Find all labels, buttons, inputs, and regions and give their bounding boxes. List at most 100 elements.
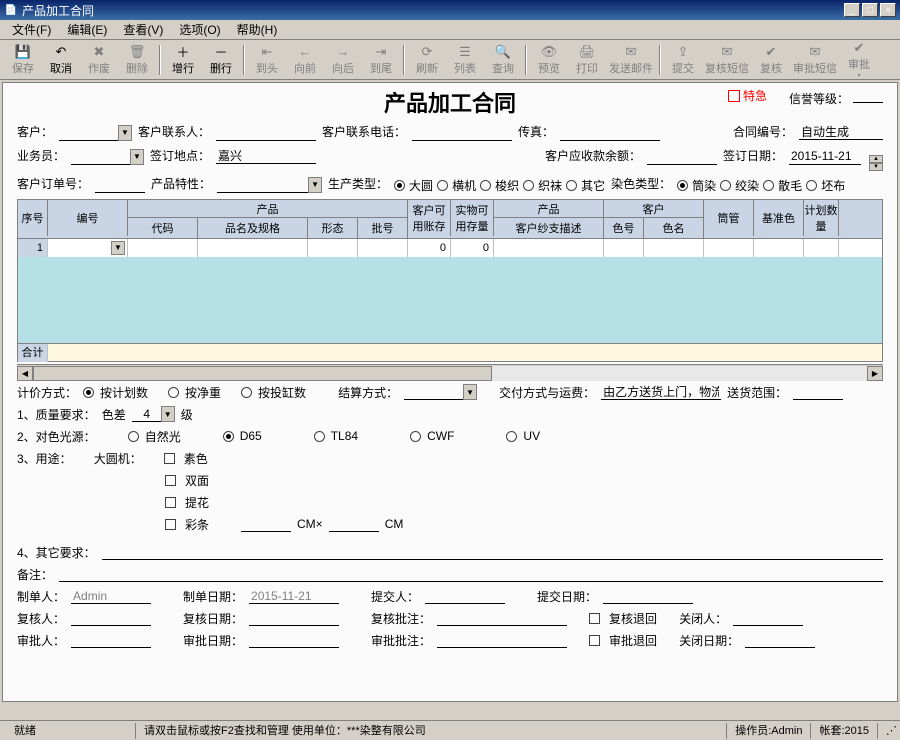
- chevron-down-icon[interactable]: ▼: [161, 406, 175, 422]
- refresh-button[interactable]: ⟳刷新: [408, 42, 446, 78]
- light-opt-2[interactable]: [314, 431, 325, 442]
- cancel-icon: ↶: [53, 44, 69, 60]
- settle-label: 结算方式：: [338, 384, 398, 401]
- dyetype-opt-2[interactable]: [763, 180, 774, 191]
- next-icon: →: [335, 44, 351, 60]
- void-button[interactable]: ✖作废: [80, 42, 118, 78]
- col-plan: 计划数量: [804, 200, 839, 236]
- approvemsg-button[interactable]: ✉审批短信: [790, 42, 840, 78]
- chevron-down-icon[interactable]: ▼: [463, 384, 477, 400]
- phone-input[interactable]: [412, 125, 512, 141]
- first-button[interactable]: ⇤到头: [248, 42, 286, 78]
- review-button[interactable]: ✔复核: [752, 42, 790, 78]
- data-grid[interactable]: 序号 编号 产品 代码 品名及规格 形态 批号 客户可用账存 实物可用存量 产品…: [17, 199, 883, 362]
- light-opt-0[interactable]: [128, 431, 139, 442]
- dyetype-opt-1[interactable]: [720, 180, 731, 191]
- light-opt-1[interactable]: [223, 431, 234, 442]
- date-spinner[interactable]: ▲▼: [869, 155, 883, 171]
- use-opt-1[interactable]: [165, 475, 176, 486]
- prev-button[interactable]: ←向前: [286, 42, 324, 78]
- query-button[interactable]: 🔍查询: [484, 42, 522, 78]
- dyetype-opt-0[interactable]: [677, 180, 688, 191]
- light-opt-4[interactable]: [506, 431, 517, 442]
- minimize-button[interactable]: _: [844, 3, 860, 17]
- prodchar-label: 产品特性：: [151, 175, 211, 192]
- cm2-input[interactable]: [329, 516, 379, 532]
- status-bar: 就绪 请双击鼠标或按F2查找和管理 使用单位：***染整有限公司 操作员:Adm…: [0, 720, 900, 740]
- status-account: 帐套:2015: [811, 723, 878, 739]
- maximize-button[interactable]: □: [862, 3, 878, 17]
- prodtype-opt-0[interactable]: [394, 180, 405, 191]
- use-opt-2[interactable]: [165, 497, 176, 508]
- menu-file[interactable]: 文件(F): [4, 19, 59, 40]
- sales-input[interactable]: [71, 149, 131, 165]
- receivable-input[interactable]: [647, 149, 717, 165]
- prodtype-opt-3[interactable]: [523, 180, 534, 191]
- list-button[interactable]: ☰列表: [446, 42, 484, 78]
- customer-input[interactable]: [59, 125, 119, 141]
- app-icon: 📄: [4, 3, 18, 17]
- custorder-label: 客户订单号：: [17, 175, 89, 192]
- chevron-down-icon[interactable]: ▼: [308, 177, 322, 193]
- credit-rating: 信誉等级：: [789, 89, 883, 107]
- col-cname: 色名: [644, 218, 704, 238]
- other-label: 4、其它要求：: [17, 544, 96, 561]
- next-button[interactable]: →向后: [324, 42, 362, 78]
- last-button[interactable]: ⇥到尾: [362, 42, 400, 78]
- print-button[interactable]: 🖨打印: [568, 42, 606, 78]
- prodtype-opt-4[interactable]: [566, 180, 577, 191]
- pricing-opt-1[interactable]: [168, 387, 179, 398]
- query-icon: 🔍: [495, 44, 511, 60]
- settle-input[interactable]: [404, 384, 464, 400]
- grid-body[interactable]: 1 ▼ 0 0: [18, 239, 882, 343]
- approve-button[interactable]: ✔审批▾: [840, 42, 878, 78]
- menu-option[interactable]: 选项(O): [171, 19, 228, 40]
- signplace-input[interactable]: [216, 148, 316, 164]
- horizontal-scrollbar[interactable]: ◀▶: [17, 364, 883, 381]
- other-input[interactable]: [102, 544, 883, 560]
- light-opt-3[interactable]: [410, 431, 421, 442]
- contact-input[interactable]: [216, 125, 316, 141]
- pricing-opt-0[interactable]: [83, 387, 94, 398]
- dyetype-opt-3[interactable]: [806, 180, 817, 191]
- reviewreturn-checkbox[interactable]: [589, 613, 600, 624]
- chevron-down-icon[interactable]: ▼: [118, 125, 132, 141]
- fax-input[interactable]: [560, 125, 660, 141]
- custorder-input[interactable]: [95, 177, 145, 193]
- prodtype-opt-2[interactable]: [480, 180, 491, 191]
- use-opt-3[interactable]: [165, 519, 176, 530]
- prodtype-label: 生产类型：: [328, 175, 388, 192]
- preview-button[interactable]: 👁预览: [530, 42, 568, 78]
- delrow-icon: －: [213, 44, 229, 60]
- save-button[interactable]: 💾保存: [4, 42, 42, 78]
- addrow-button[interactable]: ＋增行: [164, 42, 202, 78]
- menu-help[interactable]: 帮助(H): [229, 19, 286, 40]
- sendmail-button[interactable]: ✉发送邮件: [606, 42, 656, 78]
- delivery-input[interactable]: [601, 384, 721, 400]
- menu-view[interactable]: 查看(V): [115, 19, 171, 40]
- approvereturn-checkbox[interactable]: [589, 635, 600, 646]
- colordiff-input[interactable]: [132, 406, 162, 422]
- pricing-opt-2[interactable]: [241, 387, 252, 398]
- prodtype-opt-1[interactable]: [437, 180, 448, 191]
- contractno-input[interactable]: [799, 124, 883, 140]
- sum-row: 合计: [18, 343, 882, 361]
- reviewmsg-button[interactable]: ✉复核短信: [702, 42, 752, 78]
- menu-edit[interactable]: 编辑(E): [59, 19, 115, 40]
- remark-input[interactable]: [59, 566, 883, 582]
- delrow-button[interactable]: －删行: [202, 42, 240, 78]
- submit-button[interactable]: ⇪提交: [664, 42, 702, 78]
- delete-button[interactable]: 🗑删除: [118, 42, 156, 78]
- prodchar-input[interactable]: [217, 177, 309, 193]
- preview-icon: 👁: [541, 44, 557, 60]
- cm1-input[interactable]: [241, 516, 291, 532]
- pricing-label: 计价方式：: [17, 384, 77, 401]
- use-opt-0[interactable]: [164, 453, 175, 464]
- urgent-checkbox[interactable]: 特急: [728, 87, 767, 104]
- signdate-input[interactable]: [789, 149, 861, 165]
- deliveryrange-input[interactable]: [793, 384, 843, 400]
- num-cell[interactable]: ▼: [48, 239, 128, 257]
- cancel-button[interactable]: ↶取消: [42, 42, 80, 78]
- chevron-down-icon[interactable]: ▼: [130, 149, 144, 165]
- close-button[interactable]: ×: [880, 3, 896, 17]
